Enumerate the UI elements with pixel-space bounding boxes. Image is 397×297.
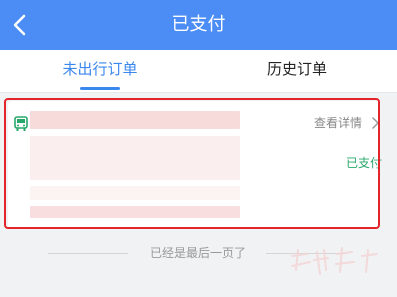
tab-bar: 未出行订单 历史订单: [0, 50, 397, 93]
active-tab-indicator: [80, 87, 120, 90]
highlight-annotation-box: [4, 98, 380, 229]
watermark-logo: [291, 247, 378, 275]
header-bar: 已支付: [0, 0, 397, 50]
end-of-list-text: 已经是最后一页了: [149, 246, 246, 260]
tab-upcoming-orders[interactable]: 未出行订单: [20, 50, 180, 92]
divider-left: [48, 253, 128, 254]
tab-history-orders[interactable]: 历史订单: [217, 50, 377, 92]
page-title: 已支付: [171, 14, 226, 35]
